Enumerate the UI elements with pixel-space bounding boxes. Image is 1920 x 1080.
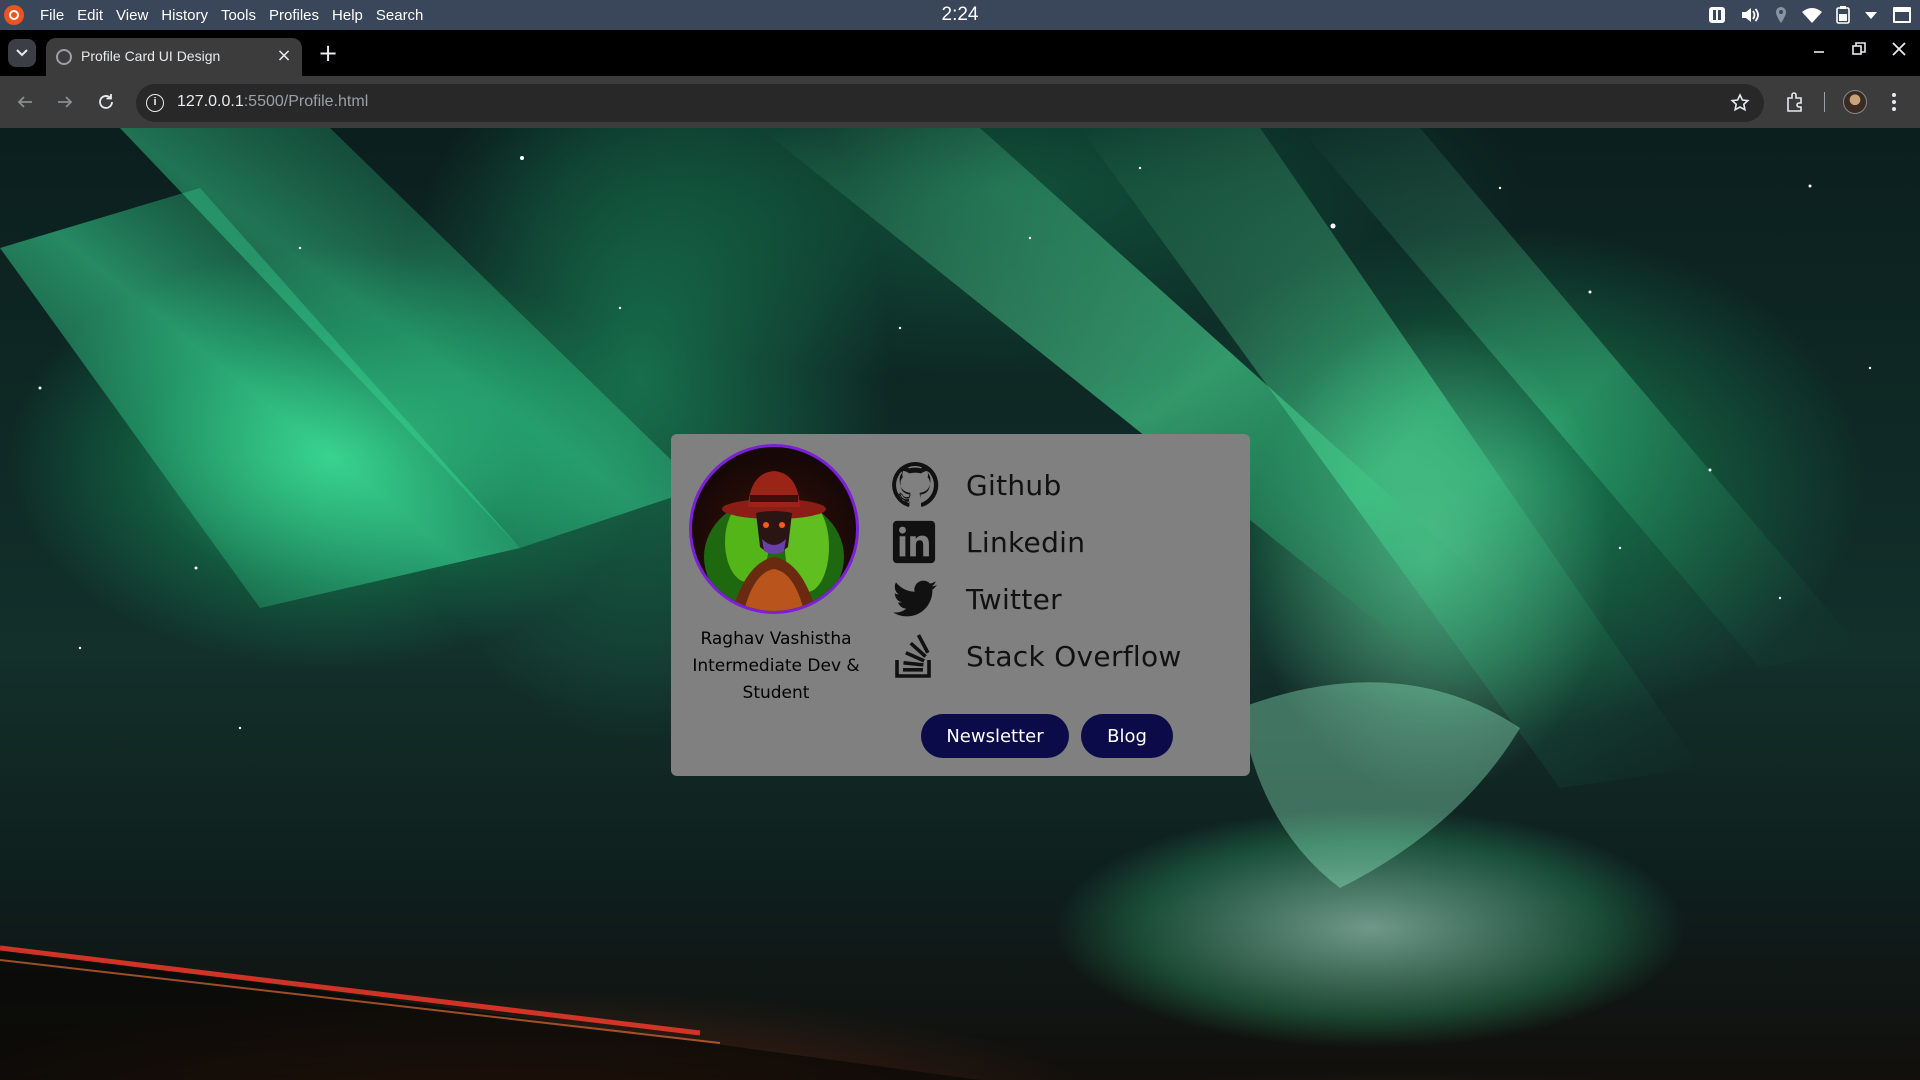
back-button[interactable] (13, 90, 37, 114)
pause-icon[interactable] (1708, 6, 1726, 24)
profile-card: Raghav Vashistha Intermediate Dev & Stud… (671, 434, 1250, 776)
browser-tab-strip: Profile Card UI Design × + (0, 30, 1920, 76)
blog-button[interactable]: Blog (1081, 714, 1173, 758)
linkedin-icon (892, 520, 936, 564)
back-arrow-icon (17, 96, 32, 108)
forward-button[interactable] (53, 90, 77, 114)
window-list-icon[interactable] (1892, 6, 1912, 24)
tab-title: Profile Card UI Design (81, 48, 221, 64)
profile-name: Raghav Vashistha (700, 629, 852, 649)
address-bar[interactable]: i 127.0.0.1:5500/Profile.html (136, 84, 1764, 122)
page-viewport: Raghav Vashistha Intermediate Dev & Stud… (0, 128, 1920, 1080)
forward-arrow-icon (58, 96, 73, 108)
url-host: 127.0.0.1 (177, 93, 244, 110)
profile-role-line1: Intermediate Dev & (692, 656, 860, 676)
profile-avatar-icon[interactable] (1843, 90, 1867, 114)
link-twitter[interactable]: Twitter (891, 576, 1062, 622)
wifi-icon[interactable] (1802, 7, 1822, 23)
profile-info: Raghav Vashistha Intermediate Dev & Stud… (681, 626, 871, 707)
system-clock[interactable]: 2:24 (0, 4, 1920, 26)
url-text[interactable]: 127.0.0.1:5500/Profile.html (177, 93, 368, 111)
link-linkedin[interactable]: Linkedin (891, 519, 1085, 565)
link-github-label: Github (966, 468, 1062, 502)
reload-button[interactable] (94, 90, 118, 114)
url-path: :5500/Profile.html (243, 93, 369, 110)
os-top-bar: File Edit View History Tools Profiles He… (0, 0, 1920, 30)
link-stackoverflow-label: Stack Overflow (966, 639, 1182, 673)
github-icon (892, 461, 939, 507)
close-window-icon[interactable] (1890, 40, 1908, 58)
site-info-icon[interactable]: i (146, 94, 164, 112)
bookmark-star-icon[interactable] (1730, 93, 1750, 113)
tab-search-button[interactable] (8, 39, 36, 67)
volume-icon[interactable] (1740, 6, 1760, 24)
link-twitter-label: Twitter (966, 582, 1062, 616)
profile-photo (689, 444, 859, 614)
reload-icon (99, 94, 113, 109)
link-linkedin-label: Linkedin (966, 525, 1086, 559)
minimize-icon[interactable] (1810, 40, 1828, 58)
close-tab-icon[interactable]: × (276, 47, 292, 65)
tab-profile-card[interactable]: Profile Card UI Design × (46, 38, 302, 76)
globe-icon (56, 49, 72, 65)
browser-toolbar: i 127.0.0.1:5500/Profile.html (0, 76, 1920, 128)
newsletter-button[interactable]: Newsletter (921, 714, 1069, 758)
system-tray (1708, 5, 1912, 25)
extensions-icon[interactable] (1783, 90, 1807, 114)
restore-icon[interactable] (1850, 40, 1868, 58)
more-menu-icon[interactable] (1891, 90, 1897, 114)
battery-icon[interactable] (1836, 6, 1850, 24)
twitter-icon (893, 580, 937, 617)
dropdown-arrow-icon[interactable] (1864, 10, 1878, 20)
chevron-down-icon (16, 49, 28, 57)
link-stackoverflow[interactable]: Stack Overflow (891, 633, 1181, 679)
new-tab-button[interactable]: + (318, 41, 338, 65)
profile-role-line2: Student (742, 683, 810, 703)
toolbar-divider (1824, 92, 1825, 112)
location-icon[interactable] (1774, 6, 1788, 24)
link-github[interactable]: Github (891, 461, 1061, 508)
stackoverflow-icon (895, 634, 931, 678)
window-controls (1810, 40, 1908, 58)
hooded-figure-avatar-image (704, 471, 844, 611)
